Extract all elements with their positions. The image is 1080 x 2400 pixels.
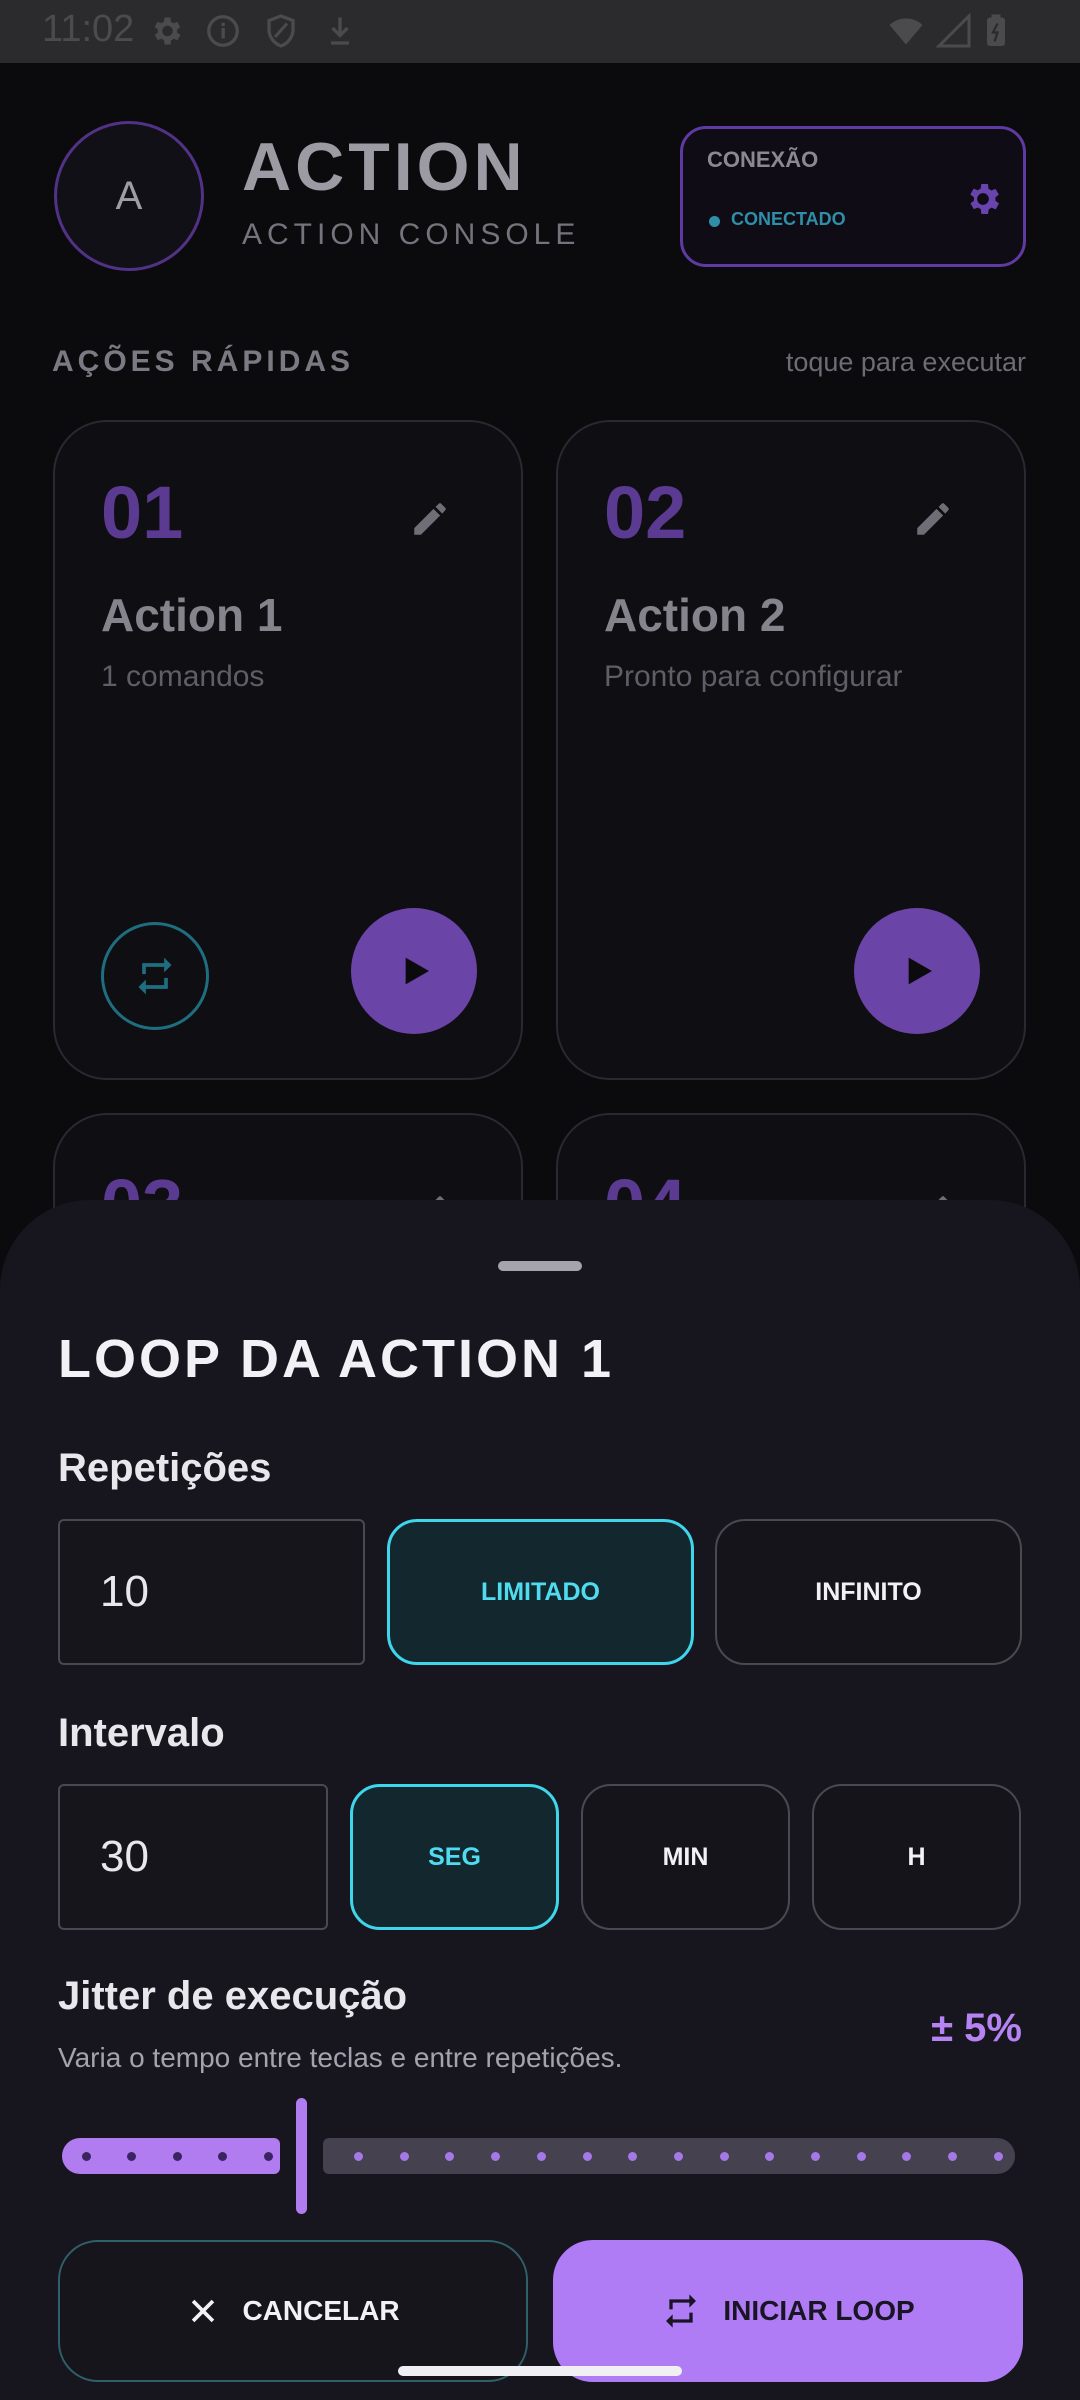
cancel-label: CANCELAR: [242, 2295, 400, 2326]
sheet-drag-handle[interactable]: [498, 1261, 582, 1271]
unit-seconds-option[interactable]: SEG: [350, 1784, 559, 1930]
slider-tick: [399, 2152, 409, 2161]
action-card-2[interactable]: 02 Action 2 Pronto para configurar: [556, 420, 1026, 1080]
app-subtitle: ACTION CONSOLE: [242, 218, 581, 251]
slider-tick: [264, 2152, 273, 2161]
sheet-title: LOOP DA ACTION 1: [58, 1329, 615, 1389]
unit-hours-option[interactable]: H: [812, 1784, 1021, 1930]
loop-bottom-sheet: LOOP DA ACTION 1 Repetições 10 LIMITADO …: [0, 1200, 1080, 2400]
connection-status: CONECTADO: [731, 209, 846, 229]
action-title: Action 2: [604, 589, 786, 641]
slider-tick: [719, 2152, 729, 2161]
jitter-title: Jitter de execução: [58, 1974, 408, 2018]
slider-tick: [218, 2152, 227, 2161]
loop-button[interactable]: [101, 922, 209, 1030]
limited-option[interactable]: LIMITADO: [387, 1519, 694, 1665]
connection-panel[interactable]: CONEXÃO CONECTADO: [680, 126, 1026, 267]
slider-tick: [354, 2152, 363, 2161]
info-icon: [207, 15, 239, 47]
action-number: 01: [101, 471, 184, 554]
gesture-nav-bar[interactable]: [398, 2366, 682, 2376]
play-button[interactable]: [854, 908, 980, 1034]
jitter-description: Varia o tempo entre teclas e entre repet…: [58, 2042, 623, 2073]
play-icon: [405, 957, 429, 985]
slider-tick: [173, 2152, 182, 2161]
slider-tick: [127, 2152, 136, 2161]
action-number: 02: [604, 471, 687, 554]
interval-label: Intervalo: [58, 1711, 225, 1755]
slider-thumb[interactable]: [296, 2098, 307, 2214]
quick-actions-label: AÇÕES RÁPIDAS: [52, 345, 355, 378]
action-subtitle: Pronto para configurar: [604, 660, 903, 693]
avatar[interactable]: A: [54, 121, 204, 271]
repeat-icon: [666, 2294, 697, 2328]
cancel-button[interactable]: CANCELAR: [58, 2240, 528, 2382]
play-button[interactable]: [351, 908, 477, 1034]
slider-tick: [582, 2152, 592, 2161]
slider-tick: [82, 2152, 91, 2161]
connection-label: CONEXÃO: [707, 147, 819, 172]
edit-icon[interactable]: [912, 498, 954, 540]
slider-inactive-track[interactable]: [323, 2138, 1015, 2174]
battery-icon: [987, 14, 1005, 46]
slider-tick: [856, 2152, 866, 2161]
jitter-value: ± 5%: [931, 2006, 1022, 2050]
repetitions-label: Repetições: [58, 1446, 272, 1490]
action-title: Action 1: [101, 589, 283, 641]
signal-icon: [936, 13, 971, 48]
slider-tick: [811, 2152, 820, 2161]
start-loop-label: INICIAR LOOP: [723, 2295, 915, 2326]
shield-icon: [267, 14, 295, 48]
unit-minutes-option[interactable]: MIN: [581, 1784, 790, 1930]
edit-icon[interactable]: [409, 498, 451, 540]
slider-tick: [536, 2152, 546, 2161]
repeat-icon: [138, 957, 172, 995]
action-card-1[interactable]: 01 Action 1 1 comandos: [53, 420, 523, 1080]
start-loop-button[interactable]: INICIAR LOOP: [553, 2240, 1023, 2382]
gear-icon: [154, 17, 181, 45]
connection-status-dot: [709, 216, 720, 227]
wifi-icon: [889, 18, 923, 45]
quick-actions-hint: toque para executar: [785, 347, 1026, 377]
settings-gear-icon[interactable]: [963, 179, 1003, 219]
infinite-option[interactable]: INFINITO: [715, 1519, 1022, 1665]
status-time: 11:02: [42, 8, 135, 50]
close-icon: [192, 2299, 215, 2323]
download-icon: [331, 17, 349, 45]
slider-active-track[interactable]: [62, 2138, 280, 2174]
slider-tick: [993, 2152, 1003, 2161]
slider-tick: [673, 2152, 683, 2161]
repetitions-input[interactable]: 10: [58, 1519, 365, 1665]
app-title: ACTION: [242, 129, 527, 205]
status-bar: 11:02: [0, 0, 1080, 63]
interval-input[interactable]: 30: [58, 1784, 328, 1930]
play-icon: [908, 957, 932, 985]
action-subtitle: 1 comandos: [101, 660, 265, 693]
avatar-letter: A: [115, 173, 143, 218]
